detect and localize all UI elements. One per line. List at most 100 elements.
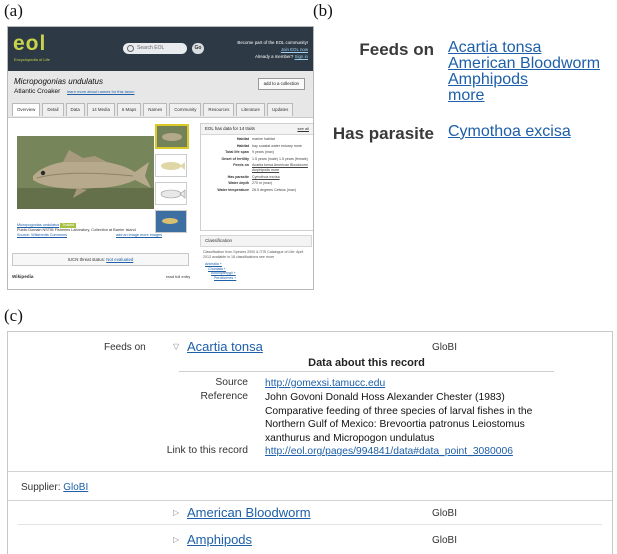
reference-line: John Govoni Donald Hoss Alexander Cheste… bbox=[265, 392, 505, 403]
account-box: Become part of the EOL community! Join E… bbox=[228, 39, 308, 60]
trait-key: Has parasite bbox=[227, 174, 249, 179]
sign-in-link[interactable]: Sign in bbox=[295, 54, 308, 59]
eol-header: eol Encyclopedia of Life Search EOL Go B… bbox=[8, 27, 313, 71]
join-link[interactable]: Join EOL now bbox=[228, 46, 308, 53]
trait-value: 26.5 degrees Celsius (max) bbox=[252, 187, 296, 192]
iucn-link[interactable]: Not evaluated bbox=[106, 257, 133, 262]
trait-row: Onset of fertility 1.5 years (male) 1.5 y… bbox=[201, 157, 313, 162]
item-link-acartia[interactable]: Acartia tonsa bbox=[187, 339, 263, 354]
trait-key: Onset of fertility bbox=[221, 156, 249, 161]
item-provider: GloBI bbox=[432, 342, 458, 353]
wikipedia-heading: Wikipedia bbox=[12, 274, 34, 279]
tab-community[interactable]: Community bbox=[169, 103, 202, 116]
summary-feeds-on: Feeds on Acartia tonsa American Bloodwor… bbox=[320, 40, 600, 104]
search-input[interactable]: Search EOL bbox=[123, 43, 187, 54]
trait-key: Water temperature bbox=[217, 187, 249, 192]
feeds-on-label: Feeds on bbox=[104, 342, 146, 353]
summary-link-acartia[interactable]: Acartia tonsa bbox=[448, 40, 600, 56]
reference-line: Comparative feeding of three species of … bbox=[265, 405, 533, 417]
tab-media[interactable]: 14 Media bbox=[86, 103, 115, 116]
overview-body: Micropogonias undulatus Trusted Public D… bbox=[8, 118, 313, 289]
record-section-title: Data about this record bbox=[308, 357, 425, 369]
supplier-label: Supplier: bbox=[21, 482, 61, 493]
panel-label-b: (b) bbox=[313, 1, 333, 20]
data-detail-panel: Feeds on ▽ Acartia tonsa GloBI Data abou… bbox=[7, 331, 613, 554]
collapsed-triangle-icon[interactable]: ▷ bbox=[173, 508, 179, 517]
trait-row: Total life span 9 years (max) bbox=[201, 150, 313, 155]
item-link-amphipods[interactable]: Amphipods bbox=[187, 532, 252, 547]
see-all-link[interactable]: see all bbox=[297, 124, 309, 134]
trait-row: Water depth 270 m (max) bbox=[201, 181, 313, 186]
tab-data[interactable]: Data bbox=[65, 103, 85, 116]
thumbnail-2[interactable] bbox=[155, 154, 187, 177]
summary-link-amphipods[interactable]: Amphipods bbox=[448, 72, 600, 88]
item-divider bbox=[18, 524, 602, 525]
trait-key: Feeds on bbox=[233, 163, 249, 168]
search-icon bbox=[127, 45, 134, 52]
collapsed-triangle-icon[interactable]: ▷ bbox=[173, 535, 179, 544]
summary-link-more[interactable]: more bbox=[448, 88, 600, 104]
eol-logo[interactable]: eol bbox=[13, 32, 46, 56]
tree-node[interactable]: Perciformes + bbox=[203, 276, 312, 281]
summary-feeds-on-label: Feeds on bbox=[359, 40, 434, 59]
item-provider: GloBI bbox=[432, 508, 458, 519]
iucn-status-bar: IUCN threat status: Not evaluated bbox=[12, 253, 189, 266]
item-link-bloodworm[interactable]: American Bloodworm bbox=[187, 505, 311, 520]
summary-has-parasite-values: Cymothoa excisa bbox=[448, 124, 571, 144]
search-go-button[interactable]: Go bbox=[192, 43, 204, 54]
supplier-bottom-divider bbox=[8, 500, 612, 501]
tab-detail[interactable]: Detail bbox=[42, 103, 64, 116]
classification-tree: Animalia + Chordata + Actinopterygii + P… bbox=[200, 262, 312, 280]
media-thumbnails bbox=[155, 124, 189, 238]
thumbnail-1[interactable] bbox=[155, 124, 189, 149]
join-prompt: Become part of the EOL community! bbox=[237, 40, 308, 45]
classification-text: Classification from Species 2000 & ITIS … bbox=[203, 250, 304, 259]
trait-value[interactable]: Acartia tonsa American Bloodworm Amphipo… bbox=[252, 163, 308, 172]
record-divider bbox=[179, 371, 554, 372]
record-link-label: Link to this record bbox=[166, 445, 248, 456]
caption-source[interactable]: Source: Wikimedia Commons bbox=[17, 233, 67, 237]
main-fish-photo[interactable] bbox=[17, 136, 154, 209]
panel-label-c: (c) bbox=[4, 306, 23, 325]
add-image-links[interactable]: add an image more images bbox=[116, 233, 162, 238]
thumbnail-3[interactable] bbox=[155, 182, 187, 205]
taxon-titlebar: Micropogonias undulatus Atlantic Croaker… bbox=[8, 71, 313, 118]
reference-label: Reference bbox=[200, 391, 248, 402]
summary-link-cymothoa[interactable]: Cymothoa excisa bbox=[448, 124, 571, 140]
iucn-label: IUCN threat status: bbox=[67, 257, 105, 262]
tab-names[interactable]: Names bbox=[143, 103, 168, 116]
eol-tagline: Encyclopedia of Life bbox=[14, 57, 50, 62]
summary-has-parasite: Has parasite Cymothoa excisa bbox=[320, 124, 571, 144]
caption-text: Public Domain NSTIB Fisheries Laboratory… bbox=[17, 228, 136, 232]
read-full-entry-link[interactable]: read full entry bbox=[166, 274, 190, 279]
names-link[interactable]: learn more about names for this taxon bbox=[67, 89, 134, 94]
fish-image bbox=[17, 136, 154, 209]
add-to-collection-button[interactable]: add to a collection bbox=[257, 78, 305, 90]
tab-overview[interactable]: Overview bbox=[12, 103, 41, 116]
classification-box: Classification Classification from Speci… bbox=[200, 235, 312, 281]
scientific-name: Micropogonias undulatus bbox=[14, 77, 103, 86]
expanded-triangle-icon[interactable]: ▽ bbox=[173, 342, 179, 351]
caption-name[interactable]: Micropogonias undulatus bbox=[17, 223, 59, 227]
panel-label-a: (a) bbox=[4, 1, 23, 20]
taxon-tabs: Overview Detail Data 14 Media 6 Maps Nam… bbox=[12, 103, 294, 116]
trait-row: Feeds on Acartia tonsa American Bloodworm… bbox=[201, 163, 313, 172]
trait-row: Habitat bay coastal water estuary more bbox=[201, 144, 313, 149]
trait-value: 1.5 years (male) 1.5 years (female) bbox=[252, 156, 308, 161]
reference-line: Northern Gulf of Mexico: Brevoortia patr… bbox=[265, 419, 525, 430]
trait-value: bay coastal water estuary more bbox=[252, 143, 302, 148]
record-link[interactable]: http://eol.org/pages/994841/data#data_po… bbox=[265, 445, 513, 459]
tab-updates[interactable]: Updates bbox=[266, 103, 294, 116]
trait-row: Water temperature 26.5 degrees Celsius (m… bbox=[201, 188, 313, 193]
tab-resources[interactable]: Resources bbox=[203, 103, 235, 116]
source-link[interactable]: http://gomexsi.tamucc.edu bbox=[265, 377, 385, 391]
trait-key: Habitat bbox=[236, 143, 249, 148]
source-label: Source bbox=[215, 377, 248, 388]
summary-link-bloodworm[interactable]: American Bloodworm bbox=[448, 56, 600, 72]
tab-maps[interactable]: 6 Maps bbox=[116, 103, 142, 116]
trait-key: Total life span bbox=[225, 150, 249, 155]
trait-value[interactable]: Cymothoa excisa bbox=[252, 175, 308, 180]
supplier-link[interactable]: GloBI bbox=[63, 482, 88, 493]
traits-header-text: EOL has data for 14 traits bbox=[205, 126, 255, 131]
tab-literature[interactable]: Literature bbox=[236, 103, 265, 116]
